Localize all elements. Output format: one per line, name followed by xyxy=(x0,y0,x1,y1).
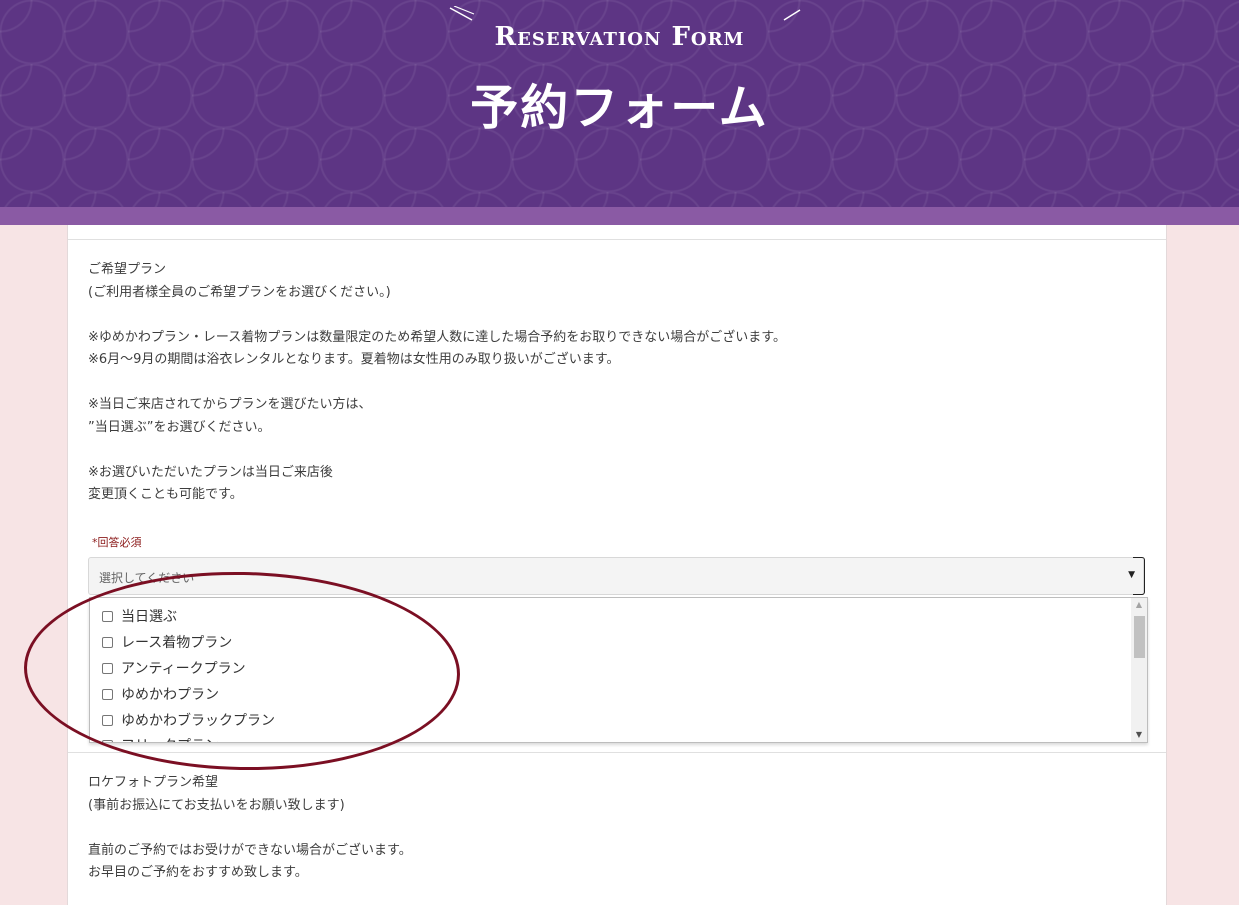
header-band xyxy=(0,207,1239,225)
option-label: 当日選ぶ xyxy=(121,609,177,625)
question-line: ※お選びいただいたプランは当日ご来店後 xyxy=(88,464,333,480)
checkbox[interactable] xyxy=(102,739,113,742)
question-line: ”当日選ぶ”をお選びください。 xyxy=(88,419,271,435)
option-label: ゆめかわブラックプラン xyxy=(121,713,275,729)
question-line: (事前お振込にてお支払いをお願い致します) xyxy=(88,797,345,813)
question-line: ご希望プラン xyxy=(88,262,167,277)
divider xyxy=(68,752,1166,753)
list-item[interactable]: ゆめかわプラン xyxy=(102,683,219,705)
option-label: レース着物プラン xyxy=(121,635,233,651)
page-header: Reservation Form 予約フォーム xyxy=(0,0,1239,207)
sparkle-right-icon xyxy=(783,9,801,21)
question-line: ロケフォトプラン希望 xyxy=(88,775,219,790)
question-line: ※6月～9月の期間は浴衣レンタルとなります。夏着物は女性用のみ取り扱いがございま… xyxy=(88,352,620,367)
plan-dropdown-list[interactable]: 当日選ぶ レース着物プラン アンティークプラン ゆめかわプラン ゆめかわブラック… xyxy=(89,597,1148,743)
checkbox[interactable] xyxy=(102,636,113,648)
divider xyxy=(68,239,1166,240)
sparkle-left-icon xyxy=(449,6,475,21)
checkbox[interactable] xyxy=(102,610,113,622)
plan-question-description: ご希望プラン (ご利用者様全員のご希望プランをお選びください。) ※ゆめかわプラ… xyxy=(88,259,786,507)
select-focus-edge xyxy=(1133,557,1145,595)
option-label: ゆめかわプラン xyxy=(121,687,219,703)
plan-select[interactable]: 選択してください ▼ xyxy=(88,557,1145,595)
question-line: ※当日ご来店されてからプランを選びたい方は、 xyxy=(88,397,372,412)
question-line: (ご利用者様全員のご希望プランをお選びください。) xyxy=(88,284,391,300)
option-label: アンティークプラン xyxy=(121,661,246,677)
list-item[interactable]: ゆめかわブラックプラン xyxy=(102,709,275,731)
list-item[interactable]: フリークプラン xyxy=(102,734,219,742)
checkbox[interactable] xyxy=(102,688,113,700)
checkbox[interactable] xyxy=(102,662,113,674)
scroll-down-arrow-icon[interactable]: ▼ xyxy=(1131,728,1147,742)
checkbox[interactable] xyxy=(102,714,113,726)
scroll-up-arrow-icon[interactable]: ▲ xyxy=(1131,598,1147,612)
question-line: 直前のご予約ではお受けができない場合がございます。 xyxy=(88,842,412,858)
form-card: ご希望プラン (ご利用者様全員のご希望プランをお選びください。) ※ゆめかわプラ… xyxy=(67,225,1167,905)
question-line: お早目のご予約をおすすめ致します。 xyxy=(88,865,308,880)
list-item[interactable]: 当日選ぶ xyxy=(102,605,177,627)
question-line: 変更頂くことも可能です。 xyxy=(88,487,243,502)
select-placeholder: 選択してください xyxy=(99,571,195,585)
question-line: ※ゆめかわプラン・レース着物プランは数量限定のため希望人数に達した場合予約をお取… xyxy=(88,329,786,345)
option-label: フリークプラン xyxy=(121,735,219,742)
scrollbar-thumb[interactable] xyxy=(1134,616,1145,658)
dropdown-scrollbar[interactable]: ▲ ▼ xyxy=(1131,598,1147,742)
list-item[interactable]: アンティークプラン xyxy=(102,657,246,679)
header-title-jp: 予約フォーム xyxy=(470,80,769,136)
location-photo-question-description: ロケフォトプラン希望 (事前お振込にてお支払いをお願い致します) 直前のご予約で… xyxy=(88,772,412,885)
header-title-en: Reservation Form xyxy=(494,22,745,52)
list-item[interactable]: レース着物プラン xyxy=(102,631,232,653)
required-label: *回答必須 xyxy=(92,536,142,549)
